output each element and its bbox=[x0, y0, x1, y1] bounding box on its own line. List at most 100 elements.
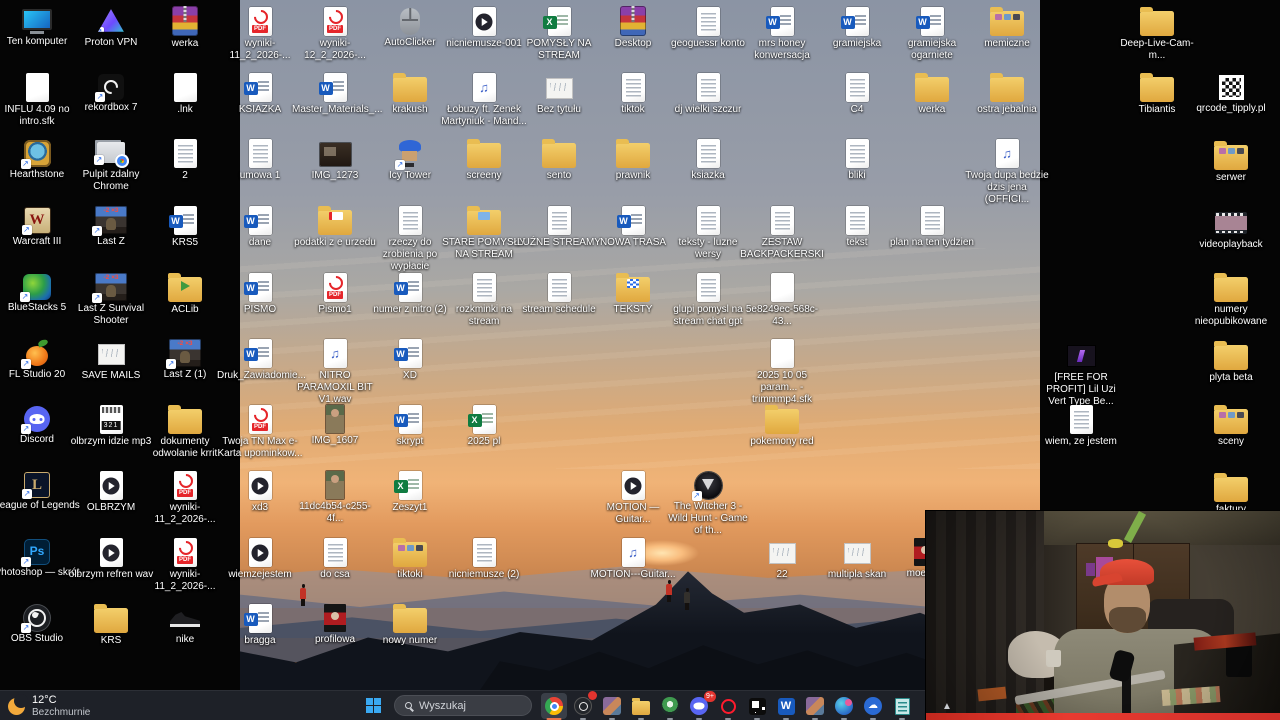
desktop-icon[interactable]: wiem, ze jestem bbox=[1038, 404, 1124, 448]
desktop-icon[interactable]: NITRO PARAMOXIL BIT V1.wav bbox=[292, 338, 378, 405]
desktop-icon[interactable]: dj wielki szczur bbox=[665, 72, 751, 116]
desktop-icon[interactable]: plyta beta bbox=[1188, 340, 1274, 384]
start-button[interactable] bbox=[366, 698, 382, 714]
desktop-icon[interactable]: Last Z (1) bbox=[142, 338, 228, 381]
taskbar-app-notes[interactable] bbox=[889, 693, 915, 720]
desktop-icon[interactable]: wyniki-11_2_2026-... bbox=[217, 6, 303, 62]
desktop-icon[interactable]: werka bbox=[142, 6, 228, 50]
taskbar-app-obs[interactable] bbox=[570, 691, 597, 720]
desktop-icon[interactable]: wyniki-11_2_2026-... bbox=[142, 470, 228, 526]
desktop-icon[interactable]: videoplayback bbox=[1188, 207, 1274, 251]
desktop-icon[interactable]: tekst bbox=[814, 205, 900, 249]
tray-expand-icon[interactable]: ▲ bbox=[942, 702, 952, 712]
icon-label: videoplayback bbox=[1199, 239, 1263, 250]
desktop-icon[interactable]: KRS5 bbox=[142, 205, 228, 249]
desktop-icon[interactable]: IMG_1273 bbox=[292, 138, 378, 182]
desktop-icon[interactable]: STARE POMYSŁY NA STREAM bbox=[441, 205, 527, 261]
desktop-icon[interactable]: XD bbox=[367, 338, 453, 382]
desktop-icon[interactable]: ostra jebalnia bbox=[964, 72, 1050, 116]
desktop-icon[interactable]: numery nieopubikowane bbox=[1188, 272, 1274, 328]
desktop-icon[interactable]: pokemony red bbox=[739, 404, 825, 448]
desktop-icon[interactable]: Pismo1 bbox=[292, 272, 378, 316]
desktop-icon[interactable]: memiczne bbox=[964, 6, 1050, 50]
desktop-icon[interactable]: sceny bbox=[1188, 404, 1274, 448]
desktop-icon[interactable]: ksiazka bbox=[665, 138, 751, 182]
desktop-icon[interactable]: The Witcher 3 - Wild Hunt - Game of th..… bbox=[665, 470, 751, 536]
desktop-icon[interactable]: Deep-Live-Cam-m... bbox=[1114, 6, 1200, 62]
desktop-icon[interactable]: gramiejska bbox=[814, 6, 900, 50]
desktop-icon[interactable]: xd3 bbox=[217, 470, 303, 514]
desktop-icon[interactable]: 2 bbox=[142, 138, 228, 182]
taskbar-app-notion[interactable] bbox=[744, 693, 770, 720]
desktop-icon[interactable]: bragga bbox=[217, 603, 303, 647]
mpeg-icon bbox=[99, 405, 123, 434]
desktop-icon[interactable]: Twoja TN Max e-Karta upominkow... bbox=[217, 404, 303, 460]
desktop-icon[interactable]: prawnik bbox=[590, 138, 676, 182]
desktop-icon[interactable]: mrs honey konwersacja bbox=[739, 6, 825, 62]
taskbar-app-discord[interactable]: 9+ bbox=[686, 691, 716, 720]
desktop-icon[interactable]: 2025 pl bbox=[441, 404, 527, 448]
desktop-icon[interactable]: TEKSTY bbox=[590, 272, 676, 316]
desktop-icon[interactable]: nicniemusze-001 bbox=[441, 6, 527, 50]
desktop-icon[interactable]: nike bbox=[142, 603, 228, 646]
word-icon bbox=[243, 273, 272, 302]
desktop-icon[interactable]: werka bbox=[889, 72, 975, 116]
taskbar-search-box[interactable]: Wyszukaj bbox=[394, 695, 532, 716]
desktop-icon[interactable]: 22 bbox=[739, 537, 825, 581]
shortcut-arrow-icon bbox=[95, 92, 105, 102]
desktop-icon[interactable]: bliki bbox=[814, 138, 900, 182]
desktop-icon[interactable]: Druk_Zawiadomie... bbox=[217, 338, 306, 382]
desktop-icon[interactable]: .lnk bbox=[142, 72, 228, 116]
taskbar-app-geoguessr[interactable] bbox=[657, 693, 683, 720]
desktop-icon[interactable]: plan na ten tydzien bbox=[889, 205, 975, 249]
taskbar-app-chrome[interactable] bbox=[541, 693, 567, 720]
desktop-icon[interactable]: IMG_1607 bbox=[292, 404, 378, 447]
desktop-icon[interactable]: wyniki-12_2_2026-... bbox=[292, 6, 378, 62]
desktop-icon[interactable]: 11dc4b54-c255-4f... bbox=[292, 470, 378, 525]
taskbar-app-opera[interactable] bbox=[715, 693, 741, 720]
taskbar-app-cloud[interactable] bbox=[860, 693, 886, 720]
desktop-icon[interactable]: Desktop bbox=[590, 6, 676, 50]
desktop-icon[interactable]: Łobuzy ft. Zenek Martyniuk - Mand... bbox=[441, 72, 527, 128]
desktop-icon[interactable]: serwer bbox=[1188, 140, 1274, 184]
desktop-icon[interactable]: Twoja dupa bedzie dzis jena (OFFICI... bbox=[964, 138, 1050, 205]
desktop-icon[interactable]: wyniki-11_2_2026-... bbox=[142, 537, 228, 593]
desktop-icon[interactable]: wiemzejestem bbox=[217, 537, 303, 581]
desktop-icon[interactable]: KSIAZKA bbox=[217, 72, 303, 116]
desktop-icon[interactable]: nicniemusze (2) bbox=[441, 537, 527, 581]
desktop-icon[interactable]: Zeszyt1 bbox=[367, 470, 453, 514]
taskbar-weather-widget[interactable]: 12°C Bezchmurnie bbox=[8, 693, 90, 718]
desktop-icon[interactable]: podatki z e urzedu bbox=[292, 205, 378, 249]
desktop-icon[interactable]: qrcode_tipply.pl bbox=[1188, 72, 1274, 115]
desktop-icon[interactable]: profilowa bbox=[292, 603, 378, 646]
desktop-icon[interactable]: nowy numer bbox=[367, 603, 453, 647]
desktop-icon[interactable]: ZESTAW BACKPACKERSKI bbox=[739, 205, 825, 261]
shortcut-arrow-icon bbox=[20, 159, 31, 169]
taskbar-app-photos[interactable] bbox=[599, 693, 625, 720]
desktop-icon[interactable]: dane bbox=[217, 205, 303, 249]
desktop-icon[interactable]: Master_Materials_... bbox=[292, 72, 383, 116]
desktop-icon[interactable]: umowa 1 bbox=[217, 138, 303, 182]
desktop-icon[interactable]: tiktok bbox=[590, 72, 676, 116]
taskbar-app-explorer[interactable] bbox=[628, 693, 654, 720]
desktop-icon[interactable]: 2025 10 05 param... - trimmmp4.sfk bbox=[739, 338, 825, 405]
desktop-icon[interactable]: [FREE FOR PROFIT] Lil Uzi Vert Type Be..… bbox=[1038, 340, 1124, 407]
icon-label: MOTION---Guitar... bbox=[590, 569, 676, 580]
desktop-icon[interactable]: C4 bbox=[814, 72, 900, 116]
desktop-icon[interactable]: gramiejska ogarniete bbox=[889, 6, 975, 62]
taskbar-app-photos[interactable] bbox=[802, 693, 828, 720]
taskbar-app-word[interactable] bbox=[773, 693, 799, 720]
desktop-icon[interactable]: screeny bbox=[441, 138, 527, 182]
desktop-icon[interactable]: PISMO bbox=[217, 272, 303, 316]
desktop-icon[interactable]: MOTION — Guitar... bbox=[590, 470, 676, 526]
desktop-icon[interactable]: MOTION---Guitar... bbox=[590, 537, 676, 581]
desktop-icon[interactable]: ACLib bbox=[142, 272, 228, 316]
desktop-icon[interactable]: faktury bbox=[1188, 472, 1274, 516]
desktop-icon[interactable]: dokumenty odwolanie krrit bbox=[142, 404, 228, 460]
taskbar-app-paint[interactable] bbox=[831, 693, 857, 720]
desktop-icon[interactable]: rozkminki na stream bbox=[441, 272, 527, 328]
desktop-icon[interactable]: NOWA TRASA bbox=[590, 205, 676, 249]
desktop-icon[interactable]: do csa bbox=[292, 537, 378, 581]
film-icon bbox=[1215, 212, 1247, 234]
desktop-icon[interactable]: 5e8249ec-568c-43... bbox=[739, 272, 825, 328]
